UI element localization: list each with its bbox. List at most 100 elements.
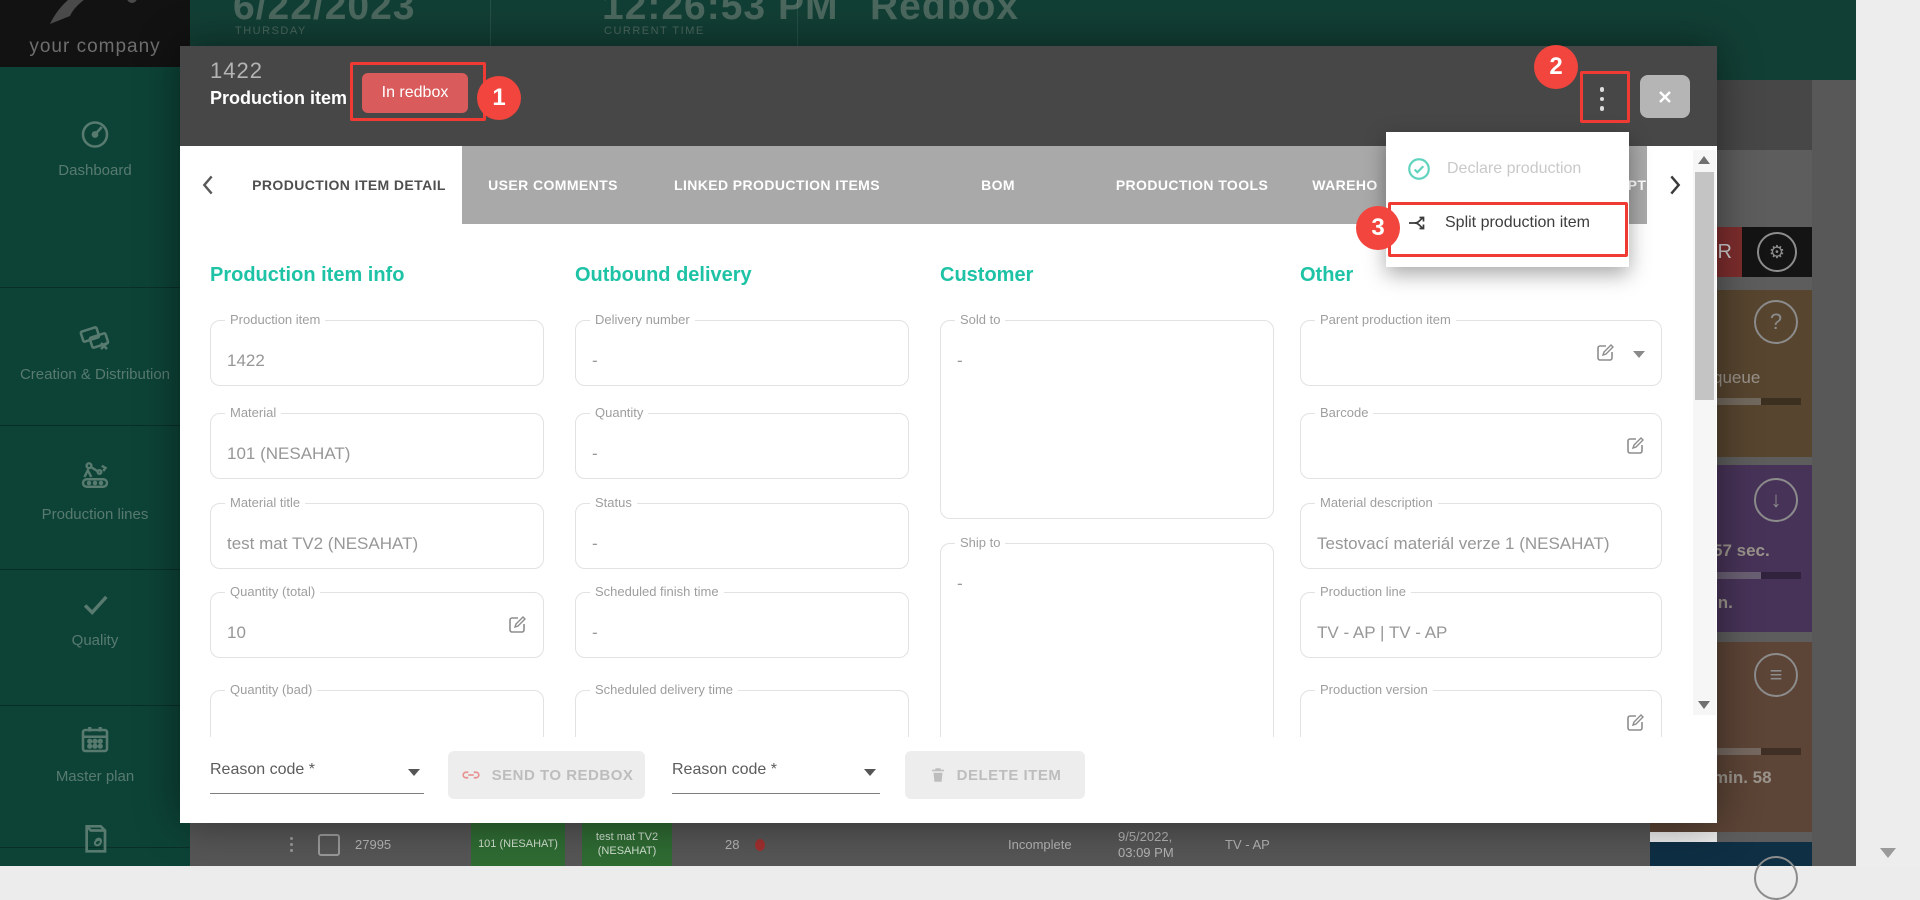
- help-icon[interactable]: ?: [1754, 300, 1798, 344]
- scroll-down-icon[interactable]: [1880, 848, 1896, 858]
- send-to-redbox-button[interactable]: SEND TO REDBOX: [448, 751, 645, 799]
- field-quantity-total: Quantity (total) 10: [210, 592, 544, 658]
- close-icon: [1657, 89, 1673, 105]
- row-material-title-badge: test mat TV2 (NESAHAT): [582, 823, 672, 866]
- table-row: 27995 101 (NESAHAT) test mat TV2 (NESAHA…: [190, 823, 1650, 866]
- annotation-rect-badge: [350, 62, 486, 121]
- section-title: Production item info: [210, 264, 404, 287]
- field-delivery-status: Status -: [575, 503, 909, 569]
- tab-pt[interactable]: PT: [1628, 146, 1647, 224]
- row-kebab-icon[interactable]: [290, 823, 293, 866]
- package-icon: [75, 817, 115, 859]
- minutes-label: min. 58: [1713, 768, 1772, 788]
- row-material-badge: 101 (NESAHAT): [471, 823, 565, 866]
- download-icon[interactable]: ↓: [1754, 478, 1798, 522]
- dropdown-caret-icon: [864, 769, 876, 776]
- sidebar-item-master-plan[interactable]: Master plan: [0, 721, 190, 785]
- row-status-dot: [755, 823, 765, 866]
- field-production-item: Production item 1422: [210, 320, 544, 386]
- menu-item-declare-production[interactable]: Declare production: [1386, 142, 1629, 196]
- sidebar-item-bottom[interactable]: [0, 817, 190, 870]
- sidebar-item-dashboard[interactable]: Dashboard: [0, 115, 190, 179]
- tab-bom[interactable]: BOM: [981, 146, 1015, 224]
- trash-icon: [929, 765, 947, 785]
- dropdown-caret-icon[interactable]: [1633, 351, 1645, 358]
- bottom-panel: [1650, 842, 1812, 866]
- sidebar-divider: [0, 425, 190, 426]
- sidebar: Dashboard Creation & Distribution Produc…: [0, 67, 190, 866]
- reason-code-select-redbox[interactable]: Reason code *: [210, 751, 424, 794]
- field-material: Material 101 (NESAHAT): [210, 413, 544, 479]
- field-delivery-number: Delivery number -: [575, 320, 909, 386]
- list-progress-bar: [1713, 748, 1801, 755]
- scroll-up-icon[interactable]: [1698, 156, 1710, 164]
- topbar: 6/22/2023 THURSDAY 12:26:53 PM CURRENT T…: [190, 0, 1856, 46]
- company-logo-text: your company: [0, 36, 190, 58]
- topbar-divider: [490, 0, 491, 46]
- company-logo-icon: [40, 0, 150, 32]
- tab-user-comments[interactable]: USER COMMENTS: [488, 146, 618, 224]
- field-production-line: Production line TV - AP | TV - AP: [1300, 592, 1662, 658]
- modal-content: Production item info Production item 142…: [180, 224, 1670, 737]
- field-delivery-quantity: Quantity -: [575, 413, 909, 479]
- gear-icon[interactable]: ⚙: [1757, 232, 1797, 272]
- row-line: TV - AP: [1225, 823, 1270, 866]
- field-parent-production-item: Parent production item: [1300, 320, 1662, 386]
- tab-production-tools[interactable]: PRODUCTION TOOLS: [1116, 146, 1268, 224]
- sidebar-divider: [0, 287, 190, 288]
- sidebar-item-creation-distribution[interactable]: Creation & Distribution: [0, 319, 190, 383]
- topbar-time-label: CURRENT TIME: [604, 25, 705, 37]
- menu-lines-icon[interactable]: ≡: [1754, 653, 1798, 697]
- calendar-icon: [77, 721, 113, 757]
- close-button[interactable]: [1640, 75, 1690, 118]
- sidebar-divider: [0, 705, 190, 706]
- annotation-step-1: 1: [477, 76, 521, 120]
- field-scheduled-finish-time: Scheduled finish time -: [575, 592, 909, 658]
- field-sold-to: Sold to -: [940, 320, 1274, 519]
- company-logo-block: your company: [0, 0, 190, 67]
- timer-progress-bar: [1713, 572, 1801, 579]
- topbar-extension: [1717, 46, 1856, 80]
- row-checkbox[interactable]: [318, 823, 340, 866]
- refresh-icon[interactable]: [1754, 856, 1798, 900]
- sidebar-item-label: Dashboard: [0, 162, 190, 179]
- field-material-title: Material title test mat TV2 (NESAHAT): [210, 503, 544, 569]
- edit-icon[interactable]: [505, 613, 529, 642]
- row-quantity: 28: [725, 823, 739, 866]
- modal-scrollbar[interactable]: [1693, 150, 1716, 715]
- tab-linked-production-items[interactable]: LINKED PRODUCTION ITEMS: [674, 146, 880, 224]
- modal-item-id: 1422: [210, 58, 263, 84]
- production-line-icon: [76, 459, 114, 495]
- sidebar-divider: [0, 569, 190, 570]
- sidebar-item-label: Quality: [0, 632, 190, 649]
- delete-item-button[interactable]: DELETE ITEM: [905, 751, 1085, 799]
- row-datetime: 9/5/2022, 03:09 PM: [1118, 823, 1198, 866]
- reason-code-select-delete[interactable]: Reason code *: [672, 751, 880, 794]
- page-scrollbar[interactable]: [1856, 0, 1920, 866]
- field-ship-to: Ship to -: [940, 543, 1274, 737]
- scrollbar-thumb[interactable]: [1695, 172, 1714, 400]
- sidebar-item-quality[interactable]: Quality: [0, 587, 190, 649]
- check-icon: [77, 587, 113, 621]
- annotation-step-3: 3: [1356, 206, 1400, 250]
- sidebar-item-label: Production lines: [0, 506, 190, 523]
- edit-icon[interactable]: [1593, 341, 1617, 370]
- sidebar-item-production-lines[interactable]: Production lines: [0, 459, 190, 523]
- section-title: Outbound delivery: [575, 264, 752, 287]
- tabs-scroll-left[interactable]: [180, 146, 236, 224]
- edit-icon[interactable]: [1623, 711, 1647, 737]
- dropdown-caret-icon: [408, 769, 420, 776]
- modal-title: Production item: [210, 88, 347, 109]
- topbar-divider: [797, 0, 798, 46]
- annotation-rect-menu: [1580, 71, 1630, 123]
- tab-production-item-detail[interactable]: PRODUCTION ITEM DETAIL: [236, 146, 462, 224]
- topbar-day: THURSDAY: [235, 25, 307, 37]
- field-quantity-bad: Quantity (bad): [210, 690, 544, 737]
- field-material-description: Material description Testovací materiál …: [1300, 503, 1662, 569]
- check-circle-icon: [1406, 156, 1432, 182]
- sidebar-item-label: Master plan: [0, 768, 190, 785]
- annotation-step-2: 2: [1534, 45, 1578, 89]
- edit-icon[interactable]: [1623, 434, 1647, 463]
- scroll-down-icon[interactable]: [1698, 701, 1710, 709]
- settings-panel[interactable]: ⚙: [1742, 227, 1812, 277]
